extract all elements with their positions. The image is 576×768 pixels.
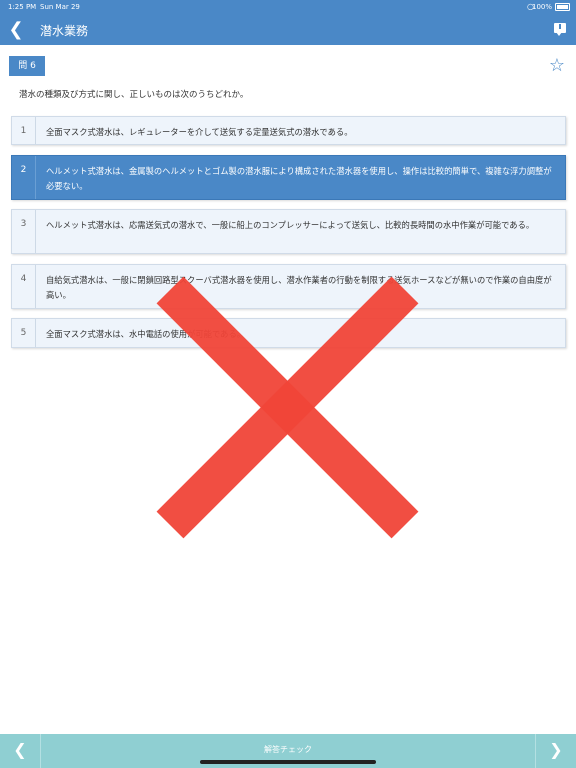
comment-icon[interactable] [554,23,566,36]
choice-number: 1 [12,117,36,144]
page-title: 潜水業務 [40,24,89,38]
choice-text: 自給気式潜水は、一般に閉鎖回路型スクーバ式潜水器を使用し、潜水作業者の行動を制限… [46,275,552,300]
battery-icon [555,3,570,11]
question-text: 潜水の種類及び方式に関し、正しいものは次のうちどれか。 [19,90,249,100]
choice-number: 4 [12,265,36,308]
choice-2[interactable]: 2 ヘルメット式潜水は、金属製のヘルメットとゴム製の潜水服により構成された潜水器… [11,155,566,200]
battery-percent: 100% [531,3,552,11]
choice-5[interactable]: 5 全面マスク式潜水は、水中電話の使用が可能である。 [11,318,566,348]
chevron-left-icon[interactable]: ❮ [0,734,41,768]
choice-text: 全面マスク式潜水は、レギュレーターを介して送気する定量送気式の潜水である。 [46,127,353,137]
status-time: 1:25 PM [8,3,37,11]
choice-text: 全面マスク式潜水は、水中電話の使用が可能である。 [46,329,246,339]
choice-text: ヘルメット式潜水は、金属製のヘルメットとゴム製の潜水服により構成された潜水器を使… [46,166,552,191]
nav-bar: ❮ 潜水業務 [0,14,576,45]
status-bar: 1:25 PM Sun Mar 29 ○ 100% [0,0,576,14]
choice-1[interactable]: 1 全面マスク式潜水は、レギュレーターを介して送気する定量送気式の潜水である。 [11,116,566,145]
choice-number: 5 [12,319,36,347]
choice-number: 3 [12,210,36,253]
status-date: Sun Mar 29 [40,3,80,11]
chevron-left-icon[interactable]: ❮ [8,19,24,40]
choice-text: ヘルメット式潜水は、応需送気式の潜水で、一般に船上のコンプレッサーによって送気し… [46,220,535,230]
choice-3[interactable]: 3 ヘルメット式潜水は、応需送気式の潜水で、一般に船上のコンプレッサーによって送… [11,209,566,254]
chevron-right-icon[interactable]: ❯ [535,734,576,768]
choice-4[interactable]: 4 自給気式潜水は、一般に閉鎖回路型スクーバ式潜水器を使用し、潜水作業者の行動を… [11,264,566,309]
home-indicator [200,760,376,764]
star-outline-icon[interactable]: ☆ [549,55,565,76]
choice-number: 2 [12,156,36,199]
question-number-badge: 問 6 [9,56,45,76]
